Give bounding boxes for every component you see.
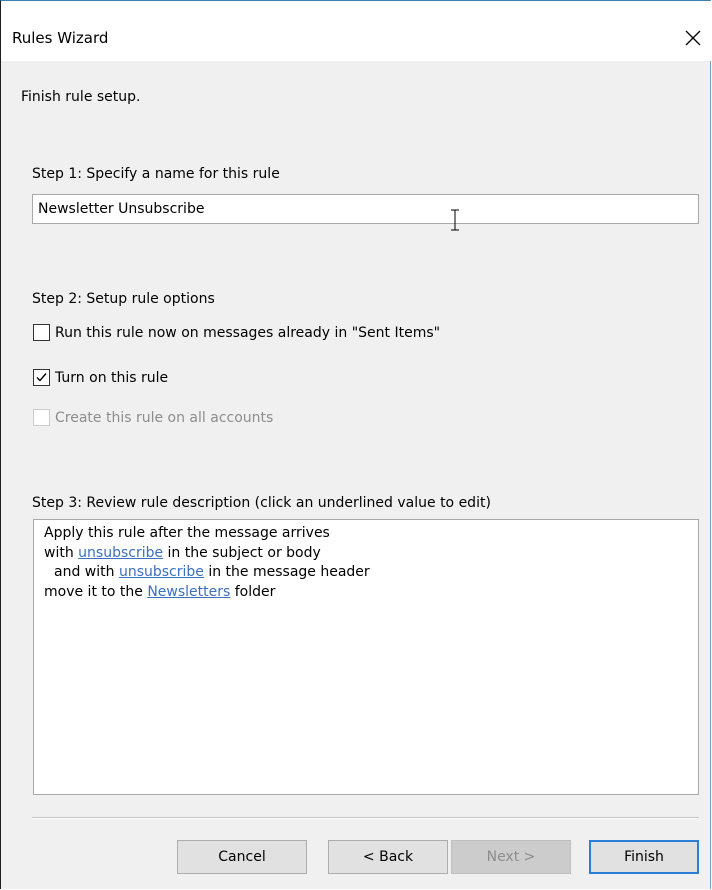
turn-on-checkbox[interactable] bbox=[33, 369, 50, 386]
step1-label: Step 1: Specify a name for this rule bbox=[32, 166, 280, 182]
window-title: Rules Wizard bbox=[12, 29, 109, 47]
run-now-checkbox[interactable] bbox=[33, 324, 50, 341]
cancel-button[interactable]: Cancel bbox=[177, 840, 307, 874]
next-button: Next > bbox=[451, 840, 571, 874]
target-folder-link[interactable]: Newsletters bbox=[147, 584, 230, 600]
turn-on-label[interactable]: Turn on this rule bbox=[55, 369, 168, 387]
rule-description-box: Apply this rule after the message arrive… bbox=[33, 519, 699, 795]
close-button[interactable] bbox=[677, 21, 711, 55]
checkmark-icon bbox=[36, 373, 47, 382]
title-bar: Rules Wizard bbox=[1, 1, 711, 61]
back-button[interactable]: < Back bbox=[328, 840, 448, 874]
description-line: with unsubscribe in the subject or body bbox=[44, 544, 321, 561]
run-now-label[interactable]: Run this rule now on messages already in… bbox=[55, 324, 440, 342]
text-cursor-icon bbox=[451, 209, 459, 231]
description-line: move it to the Newsletters folder bbox=[44, 583, 276, 600]
description-line: Apply this rule after the message arrive… bbox=[44, 525, 330, 541]
header-keyword-link[interactable]: unsubscribe bbox=[119, 564, 204, 580]
all-accounts-label: Create this rule on all accounts bbox=[55, 410, 274, 426]
close-icon bbox=[685, 30, 701, 46]
subject-body-keyword-link[interactable]: unsubscribe bbox=[78, 545, 163, 561]
finish-button[interactable]: Finish bbox=[589, 840, 699, 874]
description-line: and with unsubscribe in the message head… bbox=[54, 564, 370, 580]
rule-name-input[interactable] bbox=[32, 194, 699, 224]
all-accounts-checkbox bbox=[33, 409, 50, 426]
step3-label: Step 3: Review rule description (click a… bbox=[32, 495, 491, 511]
intro-text: Finish rule setup. bbox=[21, 89, 141, 105]
button-separator bbox=[32, 817, 699, 819]
rules-wizard-dialog: Rules Wizard Finish rule setup. Step 1: … bbox=[0, 0, 711, 889]
step2-label: Step 2: Setup rule options bbox=[32, 291, 215, 307]
